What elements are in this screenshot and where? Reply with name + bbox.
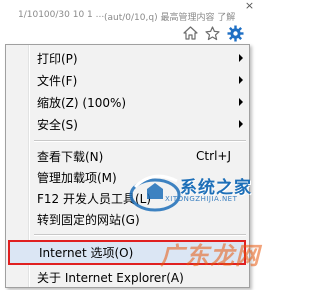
watermark-guangdong-longwang: 广东龙网 [160, 232, 259, 274]
menu-item-print[interactable]: 打印(P) [6, 47, 249, 69]
menu-item-view-downloads[interactable]: 查看下载(N) Ctrl+J [6, 145, 249, 167]
background-page-text: (aut/0/10,q) 最高管理内容 了解 [104, 13, 236, 22]
menu-item-label: 打印(P) [37, 51, 78, 66]
watermark-logo-icon [129, 174, 181, 212]
gear-icon[interactable] [226, 24, 244, 42]
menu-separator [34, 140, 246, 142]
menu-item-label: 管理加载项(M) [37, 170, 117, 185]
watermark-site-url: XITONGZHIJIA.NET [165, 195, 238, 203]
star-icon[interactable] [203, 24, 221, 42]
menu-item-shortcut: Ctrl+J [196, 149, 231, 163]
menu-item-label: 文件(F) [37, 73, 78, 88]
submenu-arrow-icon [239, 120, 243, 128]
submenu-arrow-icon [239, 54, 243, 62]
background-page-text: 1/10100/30 10 1 ... [18, 10, 105, 20]
watermark-xitongzhijia: 系统之家 XITONGZHIJIA.NET [125, 165, 251, 231]
home-icon[interactable] [181, 24, 199, 42]
close-icon[interactable]: × [244, 0, 255, 11]
menu-item-safety[interactable]: 安全(S) [6, 113, 249, 135]
menu-item-label: Internet 选项(O) [39, 246, 134, 260]
menu-item-label: 缩放(Z) (100%) [37, 95, 127, 110]
submenu-arrow-icon [239, 76, 243, 84]
menu-item-file[interactable]: 文件(F) [6, 69, 249, 91]
watermark-site-name: 广东龙网 [160, 242, 260, 270]
submenu-arrow-icon [239, 98, 243, 106]
menu-item-label: 查看下载(N) [37, 149, 104, 164]
menu-item-zoom[interactable]: 缩放(Z) (100%) [6, 91, 249, 113]
menu-item-label: 安全(S) [37, 117, 78, 132]
